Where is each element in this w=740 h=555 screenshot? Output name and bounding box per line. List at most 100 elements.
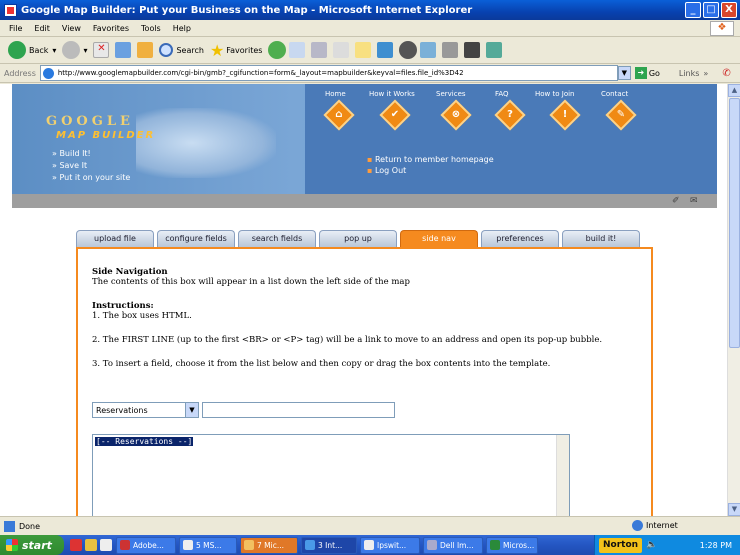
- member-links: Return to member homepage Log Out: [367, 154, 494, 176]
- textarea-scrollbar[interactable]: [556, 435, 569, 516]
- globe-icon: [632, 520, 643, 531]
- nav-contact[interactable]: Contact: [601, 90, 628, 98]
- side-nav-panel: Side Navigation The contents of this box…: [76, 247, 653, 516]
- site-nav: Home How it Works Services FAQ How to Jo…: [305, 84, 717, 194]
- selected-token: [-- Reservations --]: [95, 437, 194, 446]
- research-icon[interactable]: [420, 42, 437, 58]
- quicklaunch-app-icon[interactable]: [85, 539, 97, 551]
- ipswitch-icon: [364, 540, 374, 550]
- search-icon: [159, 43, 174, 57]
- taskbar-button-ipswitch[interactable]: Ipswit...: [360, 536, 420, 554]
- messenger-icon[interactable]: [377, 42, 394, 58]
- print-icon[interactable]: [311, 42, 328, 58]
- refresh-icon[interactable]: [115, 42, 132, 58]
- go-button[interactable]: ➜ Go: [634, 67, 663, 79]
- forward-button[interactable]: ▾: [62, 41, 87, 59]
- taskbar-button-ms[interactable]: 5 MS...: [179, 536, 237, 554]
- panel-heading: Side Navigation: [92, 267, 168, 277]
- home-icon[interactable]: [137, 42, 154, 58]
- nav-how-to-join[interactable]: How to Join: [535, 90, 574, 98]
- side-nav-template-textarea[interactable]: [-- Reservations --]: [92, 434, 570, 516]
- address-label: Address: [4, 68, 36, 78]
- address-url: http://www.googlemapbuilder.com/cgi-bin/…: [57, 69, 464, 77]
- address-dropdown-icon[interactable]: ▼: [617, 66, 631, 80]
- start-button[interactable]: start: [0, 535, 64, 555]
- tab-side-nav[interactable]: side nav: [400, 230, 478, 247]
- windows-logo-icon: ❖: [710, 21, 734, 36]
- tab-configure-fields[interactable]: configure fields: [157, 230, 235, 247]
- tab-upload-file[interactable]: upload file: [76, 230, 154, 247]
- page-scrollbar[interactable]: ▲ ▼: [727, 84, 740, 516]
- field-token-input[interactable]: [202, 402, 395, 418]
- instructions-heading: Instructions:: [92, 301, 154, 311]
- maximize-button[interactable]: □: [703, 2, 719, 18]
- mail-icon[interactable]: [289, 42, 306, 58]
- dell-icon: [427, 540, 437, 550]
- tab-build-it[interactable]: build it!: [562, 230, 640, 247]
- menu-favorites[interactable]: Favorites: [93, 24, 129, 33]
- question-icon[interactable]: ?: [494, 99, 526, 131]
- taskbar-button-adobe[interactable]: Adobe...: [116, 536, 176, 554]
- toolbar-extension-icon[interactable]: ✆: [722, 68, 730, 79]
- menu-file[interactable]: File: [9, 24, 22, 33]
- logo-google-text: GOOGLE: [46, 114, 134, 129]
- edit-icon[interactable]: [333, 42, 350, 58]
- tagline-item: » Put it on your site: [52, 173, 131, 182]
- users-icon[interactable]: [486, 42, 503, 58]
- taskbar-button-mic[interactable]: 7 Mic...: [240, 536, 298, 554]
- quicklaunch-app-icon[interactable]: [100, 539, 112, 551]
- links-button[interactable]: Links: [679, 69, 700, 78]
- nav-home[interactable]: Home: [325, 90, 346, 98]
- envelope-icon[interactable]: ✉: [690, 196, 698, 206]
- exclamation-icon[interactable]: !: [549, 99, 581, 131]
- return-to-member-homepage-link[interactable]: Return to member homepage: [367, 154, 494, 165]
- scroll-thumb[interactable]: [729, 98, 740, 348]
- stop-icon[interactable]: ✕: [93, 42, 110, 58]
- search-label: Search: [176, 45, 204, 55]
- taskbar-button-dell[interactable]: Dell Im...: [423, 536, 483, 554]
- tab-search-fields[interactable]: search fields: [238, 230, 316, 247]
- tab-pop-up[interactable]: pop up: [319, 230, 397, 247]
- favorites-button[interactable]: ★ Favorites: [210, 41, 262, 60]
- nav-services[interactable]: Services: [436, 90, 466, 98]
- menu-help[interactable]: Help: [173, 24, 191, 33]
- home-icon[interactable]: ⌂: [323, 99, 355, 131]
- start-label: start: [22, 538, 52, 552]
- discuss-icon[interactable]: [355, 42, 372, 58]
- close-button[interactable]: X: [721, 2, 737, 18]
- minimize-button[interactable]: _: [685, 2, 701, 18]
- back-button[interactable]: Back ▾: [8, 41, 56, 59]
- clock-icon[interactable]: [399, 41, 418, 59]
- nav-faq[interactable]: FAQ: [495, 90, 509, 98]
- quicklaunch-app-icon[interactable]: [70, 539, 82, 551]
- taskbar: start Adobe... 5 MS... 7 Mic... 3 Int...…: [0, 535, 740, 555]
- taskbar-button-excel[interactable]: Micros...: [486, 536, 538, 554]
- zone-indicator: Internet: [632, 520, 678, 531]
- scroll-up-icon[interactable]: ▲: [728, 84, 740, 97]
- tab-preferences[interactable]: preferences: [481, 230, 559, 247]
- menu-view[interactable]: View: [62, 24, 81, 33]
- search-button[interactable]: Search: [159, 43, 204, 57]
- norton-button[interactable]: Norton: [599, 537, 643, 553]
- address-input[interactable]: http://www.googlemapbuilder.com/cgi-bin/…: [39, 65, 618, 81]
- back-arrow-icon: [8, 41, 26, 59]
- scroll-down-icon[interactable]: ▼: [728, 503, 740, 516]
- menu-edit[interactable]: Edit: [34, 24, 50, 33]
- instruction-step-2: 2. The FIRST LINE (up to the first <BR> …: [92, 335, 603, 345]
- chat-icon[interactable]: [442, 42, 459, 58]
- edit-pencil-icon[interactable]: ✐: [672, 196, 680, 206]
- taskbar-button-internet[interactable]: 3 Int...: [301, 536, 357, 554]
- field-select[interactable]: Reservations ▼: [92, 402, 199, 418]
- logout-link[interactable]: Log Out: [367, 165, 494, 176]
- zone-label: Internet: [646, 521, 678, 530]
- check-icon[interactable]: ✔: [379, 99, 411, 131]
- media-icon[interactable]: [464, 42, 481, 58]
- builder-tabs: upload file configure fields search fiel…: [76, 230, 640, 247]
- history-icon[interactable]: [268, 41, 287, 59]
- services-icon[interactable]: ⊗: [440, 99, 472, 131]
- menu-tools[interactable]: Tools: [141, 24, 161, 33]
- tray-icons[interactable]: 🔈: [646, 540, 657, 550]
- nav-how-it-works[interactable]: How it Works: [369, 90, 415, 98]
- chevron-down-icon: ▼: [185, 403, 198, 417]
- contact-icon[interactable]: ✎: [605, 99, 637, 131]
